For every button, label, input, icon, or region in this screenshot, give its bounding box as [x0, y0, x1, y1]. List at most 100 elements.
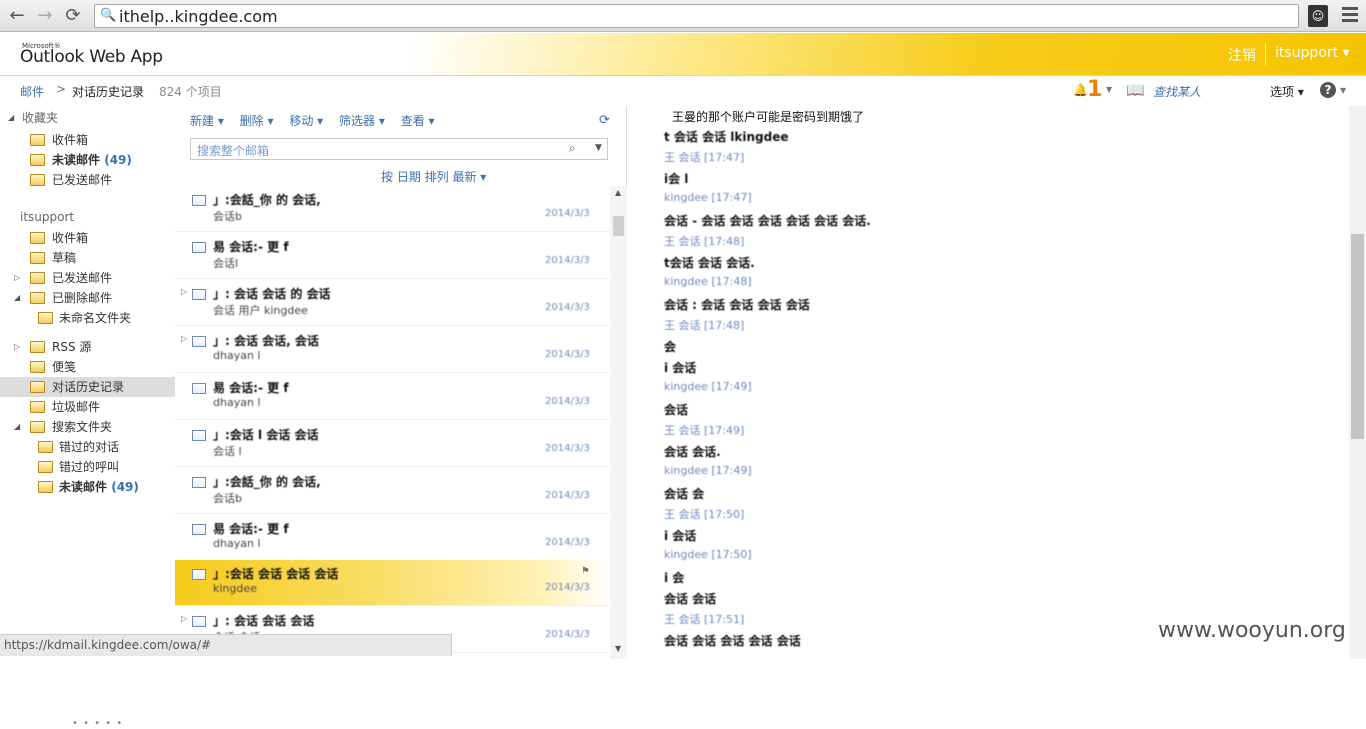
search-icon[interactable]: ⌕	[569, 141, 576, 156]
address-bar[interactable]: 🔍 ithelp..kingdee.com	[94, 4, 1299, 28]
sidebar-item-fav-sent[interactable]: 已发送邮件	[0, 170, 175, 190]
item-count: 824 个项目	[159, 85, 222, 99]
message-line: i会 l	[664, 172, 689, 186]
message-line: t会话 会话 会话.	[664, 256, 755, 270]
back-arrow-icon[interactable]: ←	[6, 5, 28, 27]
envelope-icon	[192, 524, 206, 535]
breadcrumb-separator: >	[56, 82, 67, 96]
expand-triangle-icon[interactable]: ▷	[181, 287, 187, 296]
message-line: i 会话	[664, 361, 697, 375]
sidebar-item-missed-calls[interactable]: 错过的呼叫	[0, 457, 175, 477]
envelope-icon	[192, 430, 206, 441]
sidebar-item-deleted[interactable]: ◢ 已删除邮件	[0, 288, 175, 308]
list-item-selected[interactable]: 」:会话 会话 会话 会话 kingdee 2014/3/3 ⚑	[175, 560, 610, 606]
flag-icon[interactable]: ⚑	[581, 566, 590, 577]
user-menu-button[interactable]: itsupport ▾	[1275, 45, 1350, 61]
sidebar-item-conversation-history[interactable]: 对话历史记录	[0, 377, 175, 397]
scrollbar-thumb[interactable]	[1351, 234, 1364, 439]
reading-pane-scrollbar[interactable]	[1349, 106, 1366, 659]
list-item[interactable]: 易 会话:- 更 f 会话l 2014/3/3	[175, 233, 610, 279]
sidebar-item-unnamed-folder[interactable]: 未命名文件夹	[0, 308, 175, 328]
delete-button[interactable]: 删除 ▾	[240, 114, 274, 128]
expand-triangle-icon[interactable]: ▷	[181, 334, 187, 343]
address-book-icon[interactable]: 📖	[1126, 81, 1145, 99]
message-line: t 会话 会话 lkingdee	[664, 130, 789, 144]
junk-folder-icon	[30, 401, 45, 413]
move-button[interactable]: 移动 ▾	[289, 114, 323, 128]
list-item[interactable]: ▷ 」: 会话 会话, 会话 dhayan l 2014/3/3	[175, 327, 610, 373]
new-button[interactable]: 新建 ▾	[190, 114, 224, 128]
sender-timestamp: kingdee [17:49]	[664, 464, 752, 477]
help-icon[interactable]: ?	[1320, 82, 1336, 98]
message-list-pane: 新建 ▾ 删除 ▾ 移动 ▾ 筛选器 ▾ 查看 ▾ ⟳ 搜索整个邮箱 ⌕ ▼ 按…	[175, 106, 627, 659]
sidebar-item-inbox[interactable]: 收件箱	[0, 228, 175, 248]
sidebar-item-unread[interactable]: 未读邮件 (49)	[0, 477, 175, 497]
expand-triangle-icon[interactable]: ▷	[14, 268, 20, 288]
search-folder-icon	[30, 154, 45, 166]
sent-folder-icon	[30, 174, 45, 186]
sidebar-item-junk[interactable]: 垃圾邮件	[0, 397, 175, 417]
sidebar-item-drafts[interactable]: 草稿	[0, 248, 175, 268]
inbox-folder-icon	[30, 134, 45, 146]
sidebar-item-notes[interactable]: 便笺	[0, 357, 175, 377]
favorites-header[interactable]: ◢ 收藏夹	[0, 108, 175, 128]
envelope-icon	[192, 289, 206, 300]
message-line: 会话 会话	[664, 592, 717, 606]
message-list: 」:会話_你 的 会话, 会话b 2014/3/3 易 会话:- 更 f 会话l…	[175, 186, 610, 659]
mailbox-header[interactable]: itsupport	[0, 207, 175, 227]
find-people-input[interactable]: 查找某人	[1153, 83, 1201, 100]
collapse-triangle-icon[interactable]: ◢	[8, 108, 14, 128]
scroll-down-icon[interactable]: ▼	[615, 644, 621, 653]
sidebar-item-fav-inbox[interactable]: 收件箱	[0, 130, 175, 150]
list-item[interactable]: 易 会话:- 更 f dhayan l 2014/3/3	[175, 515, 610, 561]
chevron-down-icon[interactable]: ▼	[595, 143, 602, 153]
forward-arrow-icon[interactable]: →	[34, 5, 56, 27]
sender-timestamp: 王 会话 [17:49]	[664, 424, 745, 437]
view-button[interactable]: 查看 ▾	[401, 114, 435, 128]
owa-header: Microsoft® Outlook Web App 注销 itsupport …	[0, 33, 1366, 76]
logout-link[interactable]: 注销	[1228, 45, 1256, 65]
list-item[interactable]: 」:会話_你 的 会话, 会话b 2014/3/3	[175, 186, 610, 232]
bell-icon[interactable]: 🔔	[1073, 83, 1088, 97]
message-list-scrollbar[interactable]: ▲ ▼	[610, 186, 627, 659]
sidebar-item-missed-conversations[interactable]: 错过的对话	[0, 437, 175, 457]
unread-count: (49)	[104, 153, 132, 167]
address-url: ithelp..kingdee.com	[119, 7, 278, 26]
scrollbar-thumb[interactable]	[613, 216, 624, 236]
drafts-folder-icon	[30, 252, 45, 264]
user-mask-icon[interactable]: ☺	[1308, 5, 1328, 27]
arrange-by-menu[interactable]: 按 日期 排列 最新 ▾	[381, 168, 486, 185]
expand-triangle-icon[interactable]: ▷	[14, 337, 20, 357]
collapse-triangle-icon[interactable]: ◢	[14, 417, 20, 437]
sidebar-item-sent[interactable]: ▷ 已发送邮件	[0, 268, 175, 288]
list-toolbar: 新建 ▾ 删除 ▾ 移动 ▾ 筛选器 ▾ 查看 ▾	[190, 112, 447, 128]
message-line: 会话	[664, 403, 689, 417]
message-line: 会话 - 会话 会话 会话 会话 会话 会话.	[664, 214, 871, 228]
sidebar-item-search-folders[interactable]: ◢ 搜索文件夹	[0, 417, 175, 437]
search-input[interactable]: 搜索整个邮箱 ⌕ ▼	[190, 138, 608, 160]
reading-pane: 王曼的那个账户可能是密码到期饿了 t 会话 会话 lkingdee 王 会话 [1…	[628, 106, 1348, 659]
refresh-icon[interactable]: ⟳	[599, 113, 610, 128]
envelope-icon	[192, 383, 206, 394]
list-item[interactable]: ▷ 」: 会话 会话 的 会话 会话 用户 kingdee 2014/3/3	[175, 280, 610, 326]
filter-button[interactable]: 筛选器 ▾	[339, 114, 385, 128]
trash-folder-icon	[30, 292, 45, 304]
list-item[interactable]: 」:会话 l 会话 会话 会话 l 2014/3/3	[175, 421, 610, 467]
list-item[interactable]: 易 会话:- 更 f dhayan l 2014/3/3	[175, 374, 610, 420]
notification-count[interactable]: 1	[1087, 77, 1102, 102]
app-brand: Outlook Web App	[20, 47, 163, 67]
list-item[interactable]: 」:会話_你 的 会话, 会话b 2014/3/3	[175, 468, 610, 514]
options-menu[interactable]: 选项 ▾	[1270, 83, 1304, 100]
scroll-up-icon[interactable]: ▲	[615, 188, 621, 197]
reload-icon[interactable]: ⟳	[62, 5, 84, 27]
chevron-down-icon[interactable]: ▼	[1106, 85, 1112, 94]
chevron-down-icon[interactable]: ▼	[1340, 86, 1346, 95]
sidebar-item-rss[interactable]: ▷ RSS 源	[0, 337, 175, 357]
pane-resize-grip[interactable]: • • • • •	[72, 718, 123, 729]
expand-triangle-icon[interactable]: ▷	[181, 614, 187, 623]
sidebar-item-fav-unread[interactable]: 未读邮件 (49)	[0, 150, 175, 170]
notes-icon	[30, 361, 45, 373]
browser-menu-icon[interactable]	[1342, 7, 1358, 25]
collapse-triangle-icon[interactable]: ◢	[14, 288, 20, 308]
breadcrumb-mail-link[interactable]: 邮件	[20, 83, 44, 100]
